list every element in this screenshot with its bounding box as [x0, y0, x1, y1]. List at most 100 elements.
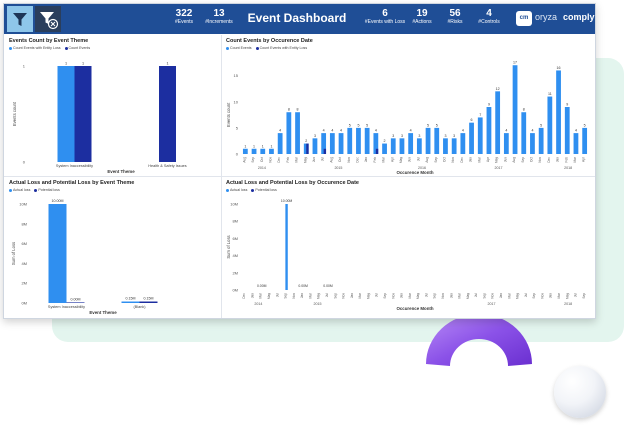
kpi-events: 322 #Events	[164, 8, 204, 26]
bar	[564, 107, 570, 154]
kpi-increments: 13 #Increments	[199, 8, 239, 26]
data-label: 1	[65, 62, 67, 66]
y-axis-title: Events count	[226, 102, 231, 127]
kpi-value: 13	[213, 8, 225, 19]
data-label: 10.00M	[52, 199, 64, 203]
x-tick-label: Dec	[355, 157, 359, 163]
data-label: 16	[557, 66, 561, 70]
x-tick-label: Nov	[451, 157, 455, 163]
data-label: 8	[288, 108, 290, 112]
y-tick-label: 5	[236, 125, 239, 130]
x-tick-label: Dec	[547, 157, 551, 163]
y-tick-label: 8M	[232, 219, 238, 224]
oryza-comply-logo: cm oryza comply	[516, 10, 595, 28]
data-label: 0.15M	[144, 297, 154, 301]
data-label: 10.00M	[281, 199, 292, 203]
bar	[521, 112, 527, 154]
clear-filter-button[interactable]	[35, 6, 61, 32]
x-tick-label: Jul	[375, 293, 379, 297]
data-label: 3	[392, 134, 394, 138]
bar	[556, 70, 561, 154]
bar	[375, 148, 379, 154]
year-label: 2014	[254, 302, 262, 306]
x-tick-label: Jan	[350, 293, 354, 298]
data-label: 2	[384, 139, 386, 143]
data-label: 2	[305, 139, 307, 143]
x-tick-label: Sep	[582, 293, 586, 299]
logo-word-oryza: oryza	[535, 12, 558, 22]
chart-panel-loss-by-theme[interactable]: 10M 8M 6M 4M 2M 0M Sum of Loss 10.00M 0.00M Syste…	[6, 178, 220, 317]
x-tick-label: Nov	[292, 293, 296, 299]
y-tick-label: 2M	[21, 281, 27, 286]
x-tick-label: May	[516, 293, 520, 299]
chart-loss-by-theme: 10M 8M 6M 4M 2M 0M Sum of Loss 10.00M 0.00M Syste…	[11, 199, 158, 315]
x-tick-label: Jan	[364, 157, 368, 162]
bar	[399, 138, 405, 154]
x-tick-label: Mar	[557, 292, 561, 298]
year-label: 2018	[564, 302, 572, 306]
data-label: 3	[453, 134, 455, 138]
y-tick-label: 0	[23, 160, 26, 165]
x-tick-label: Nov	[268, 157, 272, 163]
y-tick-label: 10M	[230, 202, 238, 207]
x-tick-label: Feb	[564, 157, 568, 163]
year-label: 2015	[314, 302, 322, 306]
x-tick-label: Nov	[391, 293, 395, 299]
data-label: 0.00M	[323, 284, 333, 288]
x-tick-label: Nov	[491, 293, 495, 299]
data-label: 3	[314, 134, 316, 138]
x-axis-title: Occurence Month	[396, 306, 433, 311]
x-tick-label: Jan	[400, 293, 404, 298]
bar	[443, 138, 448, 154]
kpi-label: #Increments	[205, 19, 233, 25]
x-tick-label: Aug	[425, 157, 429, 163]
bar	[495, 91, 501, 154]
x-tick-label: Nov	[540, 293, 544, 299]
chart-panel-count-by-date[interactable]: 15 10 5 0 Events count 1 Aug 1 Sep 1 Oct 1 Nov 4 Dec 8 F…	[223, 36, 593, 175]
chart-legend: Actual loss Potential loss	[226, 188, 277, 192]
data-label: 4	[279, 129, 281, 133]
data-label: 4	[375, 129, 377, 133]
kpi-label: #Risks	[447, 19, 463, 25]
x-tick-label: Jan	[549, 293, 553, 298]
bar	[338, 133, 344, 154]
chart-panel-count-by-theme[interactable]: 1 0 Events count 1 1 System Inaccessibility 1 H…	[6, 36, 220, 175]
x-tick-label: System Inaccessibility	[48, 305, 85, 309]
y-tick-label: 15	[234, 73, 239, 78]
data-label: 1	[166, 62, 168, 66]
bar	[469, 122, 474, 154]
glass-sphere-decoration	[554, 366, 606, 418]
legend-item: Count Events	[230, 46, 252, 50]
x-axis-title: Event Theme	[89, 310, 117, 315]
x-tick-label: Sep	[521, 157, 525, 163]
data-label: 1	[270, 144, 272, 148]
logo-word-comply: comply	[563, 12, 595, 22]
bar	[503, 133, 509, 154]
bar	[251, 148, 257, 154]
kpi-value: 19	[416, 8, 428, 19]
x-tick-label: Feb	[286, 157, 290, 163]
x-tick-label: Nov	[347, 157, 351, 163]
bar	[408, 133, 414, 154]
data-label: 11	[548, 92, 552, 96]
x-tick-label: Jul	[524, 293, 528, 297]
y-tick-label: 2M	[232, 270, 238, 275]
x-tick-label: May	[317, 293, 321, 299]
bar	[547, 96, 553, 154]
filter-button[interactable]	[7, 6, 33, 32]
bar	[121, 301, 140, 303]
data-label: 0.00M	[71, 298, 81, 302]
bar	[159, 66, 176, 162]
bar	[277, 133, 283, 154]
data-label: 5	[584, 123, 586, 127]
x-tick-label: (Blank)	[133, 305, 146, 309]
chart-panel-loss-by-date[interactable]: 10M 8M 6M 4M 2M 0M Sum of Loss Dec Jan Mar May Jul S…	[223, 178, 593, 317]
bar	[364, 127, 370, 154]
x-axis-title: Occurence Month	[396, 170, 433, 175]
bar	[329, 133, 335, 154]
data-label: 9	[488, 103, 490, 107]
data-label: 5	[427, 123, 429, 127]
x-tick-label: Jul	[474, 293, 478, 297]
year-label: 2018	[564, 166, 572, 170]
x-tick-label: Mar	[308, 292, 312, 298]
